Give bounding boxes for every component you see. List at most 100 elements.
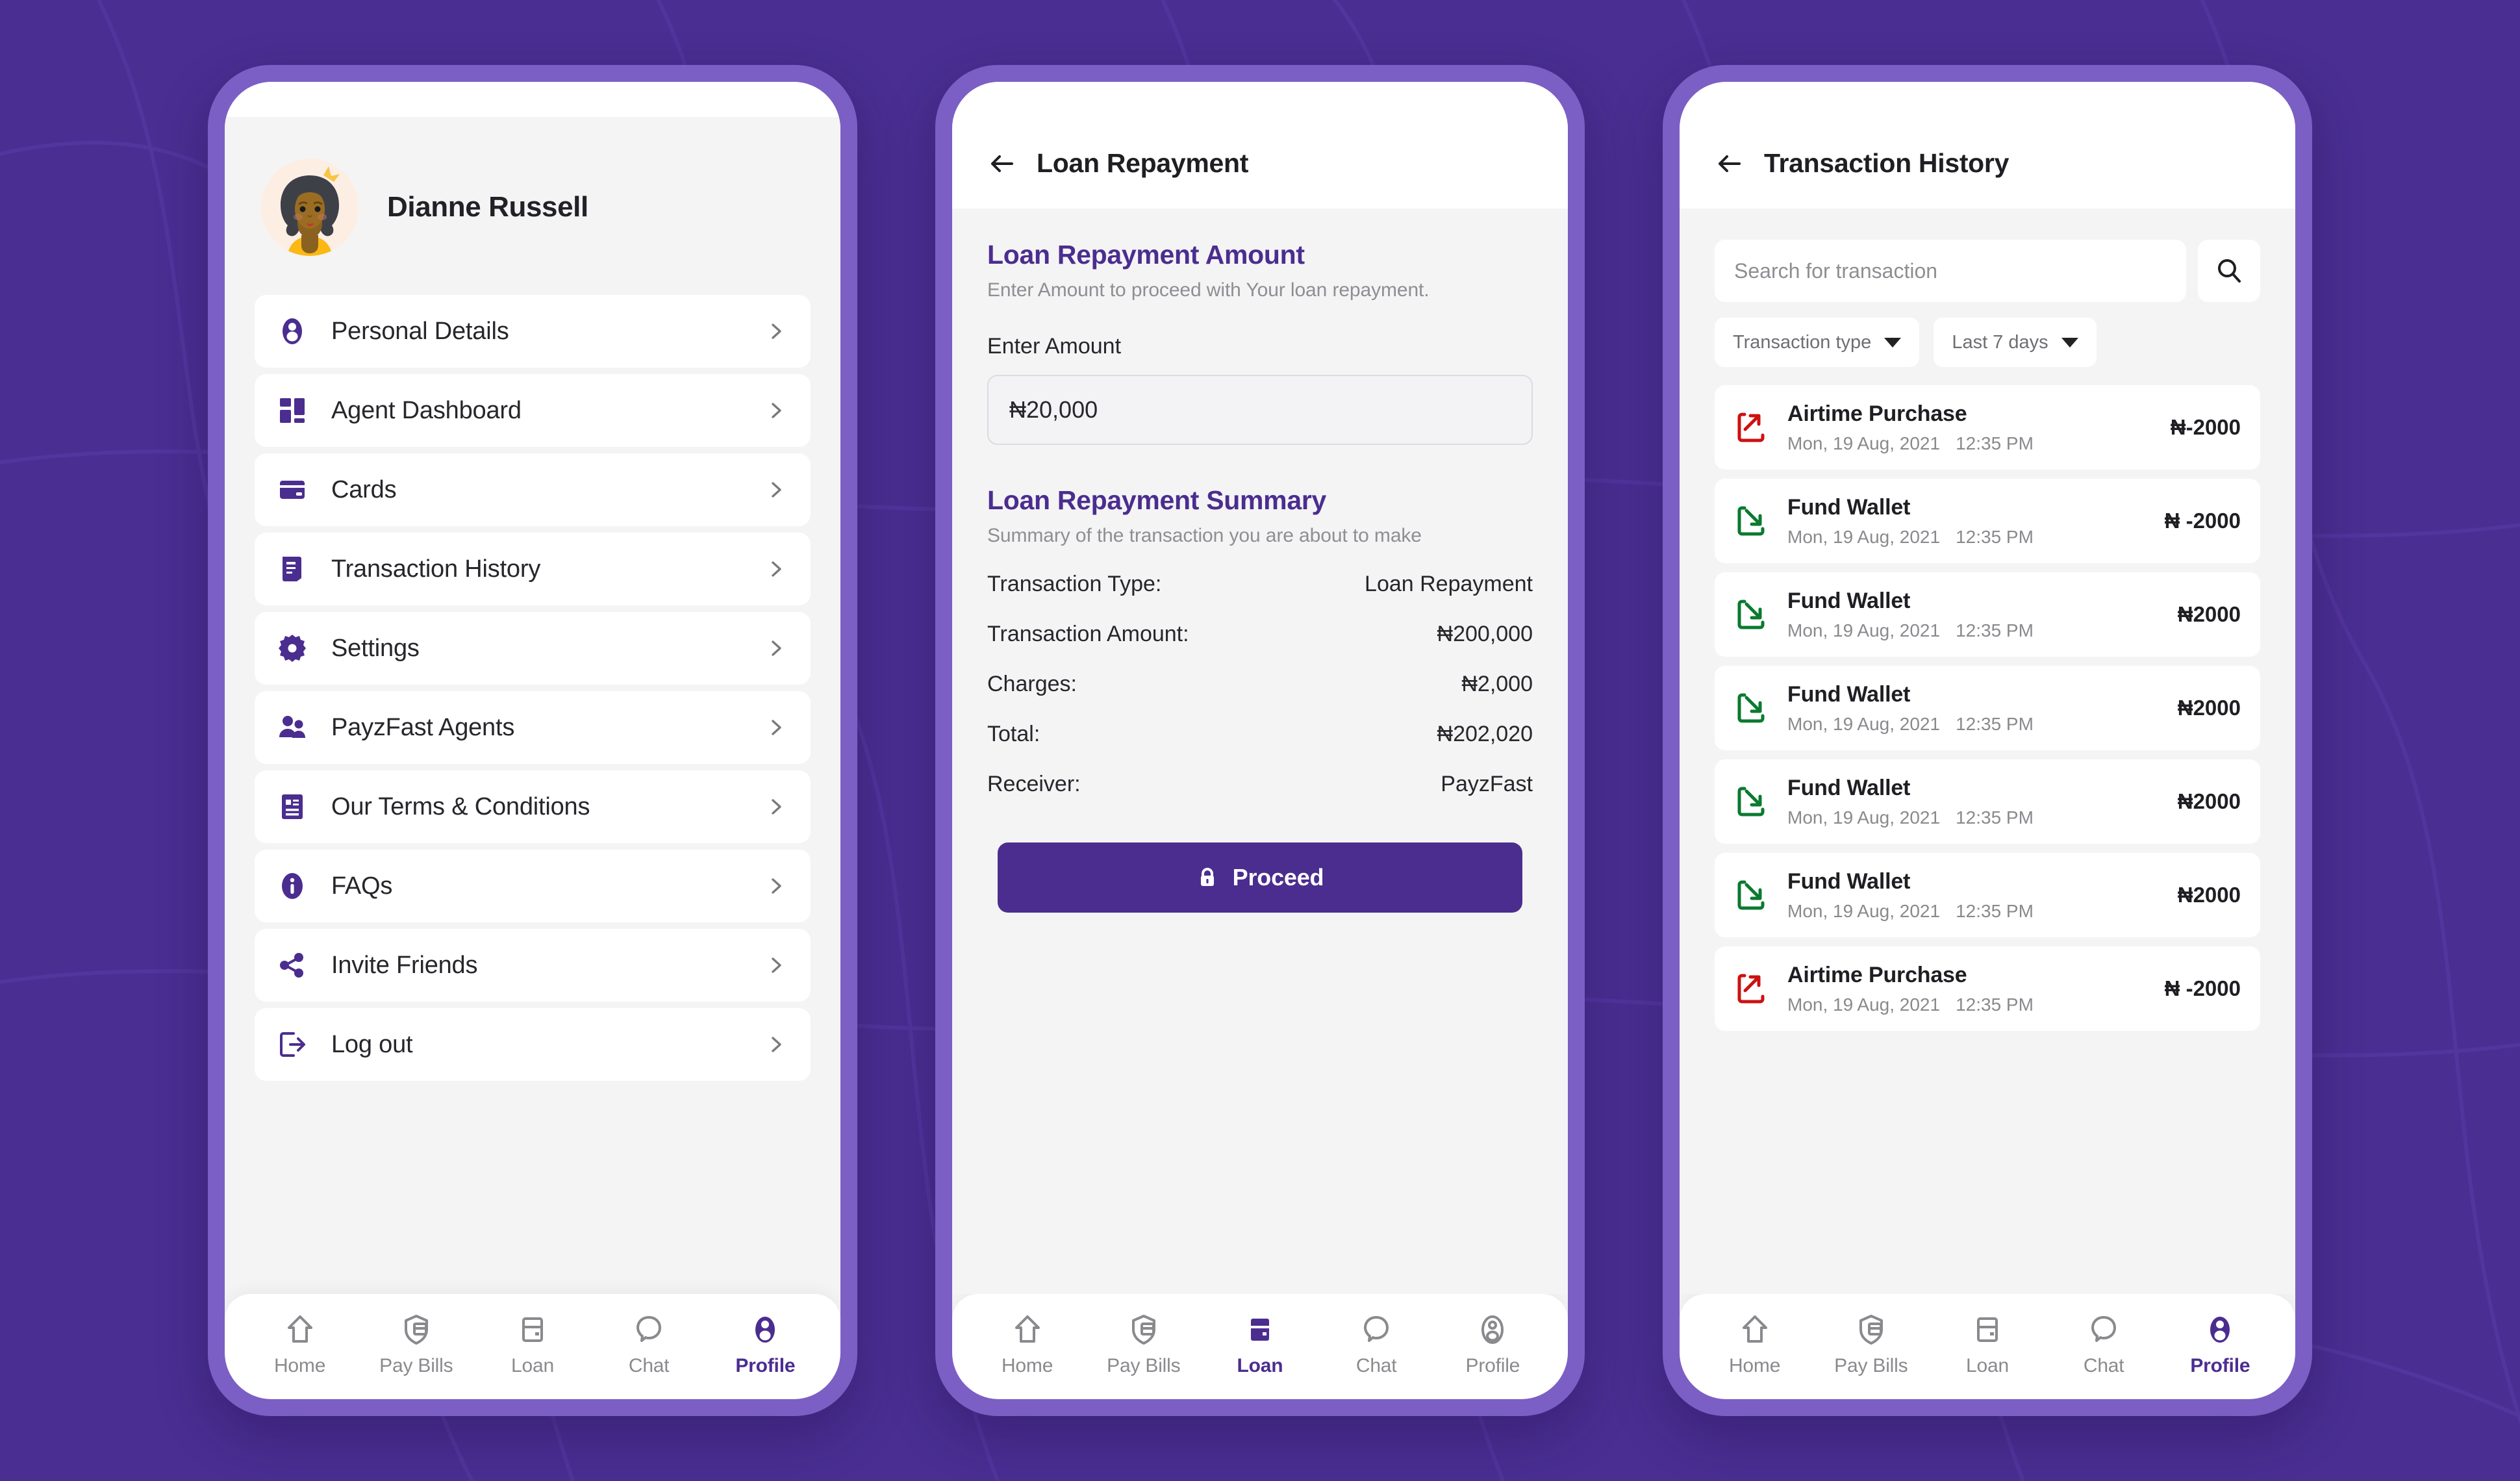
page-title: Loan Repayment [1037,148,1249,178]
menu-item-invite-friends[interactable]: Invite Friends [255,929,811,1002]
transaction-meta: Mon, 19 Aug, 2021 12:35 PM [1787,807,2161,828]
table-row[interactable]: Fund Wallet Mon, 19 Aug, 2021 12:35 PM ₦… [1715,479,2260,563]
menu-item-cards[interactable]: Cards [255,453,811,526]
transaction-date: Mon, 19 Aug, 2021 [1787,526,1941,547]
nav-item-label: Pay Bills [379,1355,453,1376]
profile-name: Dianne Russell [387,191,588,223]
table-row[interactable]: Airtime Purchase Mon, 19 Aug, 2021 12:35… [1715,385,2260,470]
summary-value: Loan Repayment [1365,572,1533,596]
chat-bubble-icon [2087,1311,2120,1346]
transaction-details: Fund Wallet Mon, 19 Aug, 2021 12:35 PM [1787,682,2161,735]
nav-item-chat[interactable]: Chat [1328,1311,1425,1377]
menu-item-personal-details[interactable]: Personal Details [255,295,811,368]
nav-item-label: Profile [735,1355,796,1376]
search-input[interactable] [1715,240,2186,302]
menu-item-faqs[interactable]: FAQs [255,850,811,922]
transaction-meta: Mon, 19 Aug, 2021 12:35 PM [1787,527,2148,548]
chevron-right-icon [766,718,786,737]
amount-section-subtitle: Enter Amount to proceed with Your loan r… [987,279,1430,301]
menu-item-transaction-history[interactable]: Transaction History [255,533,811,605]
arrow-in-icon [1734,690,1770,726]
transaction-amount: ₦2000 [2177,883,2241,907]
menu-item-label: Settings [331,634,420,662]
transaction-meta: Mon, 19 Aug, 2021 12:35 PM [1787,994,2148,1015]
chevron-right-icon [766,797,786,816]
nav-item-label: Loan [510,1355,554,1376]
menu-item-payzfast-agents[interactable]: PayzFast Agents [255,691,811,764]
nav-item-pay-bills[interactable]: Pay Bills [1095,1311,1192,1377]
table-row[interactable]: Airtime Purchase Mon, 19 Aug, 2021 12:35… [1715,946,2260,1031]
menu-item-label: FAQs [331,872,393,900]
menu-item-settings[interactable]: Settings [255,612,811,685]
transaction-time: 12:35 PM [1956,807,2034,828]
back-arrow-icon[interactable] [987,149,1017,179]
transaction-meta: Mon, 19 Aug, 2021 12:35 PM [1787,901,2161,922]
summary-value: ₦2,000 [1461,672,1533,696]
app-bar-loan-repayment: Loan Repayment [952,117,1568,209]
transaction-meta: Mon, 19 Aug, 2021 12:35 PM [1787,433,2154,454]
chevron-right-icon [766,639,786,658]
nav-item-chat[interactable]: Chat [2055,1311,2152,1377]
transaction-meta: Mon, 19 Aug, 2021 12:35 PM [1787,620,2161,641]
arrow-out-icon [1734,409,1770,446]
nav-item-loan[interactable]: Loan [1211,1311,1309,1377]
transaction-details: Airtime Purchase Mon, 19 Aug, 2021 12:35… [1787,963,2148,1015]
nav-item-home[interactable]: Home [1706,1311,1804,1377]
table-row[interactable]: Fund Wallet Mon, 19 Aug, 2021 12:35 PM ₦… [1715,666,2260,750]
nav-item-home[interactable]: Home [979,1311,1076,1377]
nav-item-loan[interactable]: Loan [1939,1311,2036,1377]
loan-card-icon [516,1311,549,1346]
transaction-amount: ₦2000 [2177,789,2241,813]
nav-item-label: Chat [2083,1355,2124,1376]
transaction-details: Fund Wallet Mon, 19 Aug, 2021 12:35 PM [1787,776,2161,828]
nav-item-loan[interactable]: Loan [484,1311,581,1377]
chevron-right-icon [766,956,786,975]
nav-item-label: Profile [2190,1355,2250,1376]
status-bar [1680,82,2295,117]
summary-row: Charges: ₦2,000 [987,672,1533,697]
profile-person-icon [2204,1311,2236,1346]
screen-loan-repayment: Loan Repayment Loan Repayment Amount Ent… [952,82,1568,1399]
table-row[interactable]: Fund Wallet Mon, 19 Aug, 2021 12:35 PM ₦… [1715,853,2260,937]
transaction-time: 12:35 PM [1956,526,2034,547]
nav-item-profile[interactable]: Profile [1444,1311,1541,1377]
filter-date-range[interactable]: Last 7 days [1934,318,2097,367]
transaction-amount: ₦ -2000 [2164,509,2241,533]
nav-item-pay-bills[interactable]: Pay Bills [1822,1311,1920,1377]
phone-profile: Dianne Russell Personal Details Agent Da… [208,65,857,1416]
filter-row: Transaction type Last 7 days [1680,302,2295,367]
summary-key: Transaction Amount: [987,622,1189,646]
filter-transaction-type[interactable]: Transaction type [1715,318,1920,367]
nav-item-chat[interactable]: Chat [600,1311,698,1377]
menu-item-label: Log out [331,1030,413,1058]
summary-row: Transaction Type: Loan Repayment [987,572,1533,597]
summary-title: Loan Repayment Summary [987,485,1326,515]
summary-row: Total: ₦202,020 [987,722,1533,747]
nav-item-home[interactable]: Home [251,1311,349,1377]
nav-item-label: Home [1001,1355,1053,1376]
back-arrow-icon[interactable] [1715,149,1745,179]
credit-card-icon [275,473,309,507]
transaction-title: Fund Wallet [1787,494,1911,520]
home-icon [1011,1311,1044,1346]
loan-card-icon [1971,1311,2004,1346]
proceed-button[interactable]: Proceed [998,842,1522,913]
nav-item-pay-bills[interactable]: Pay Bills [368,1311,465,1377]
menu-item-agent-dashboard[interactable]: Agent Dashboard [255,374,811,447]
transaction-list: Airtime Purchase Mon, 19 Aug, 2021 12:35… [1680,367,2295,1031]
amount-section-title: Loan Repayment Amount [987,240,1305,270]
bottom-navigation: Home Pay Bills Loan Chat Profile [225,1294,840,1399]
nav-item-profile[interactable]: Profile [2171,1311,2269,1377]
nav-item-label: Loan [1965,1355,2009,1376]
amount-input[interactable]: ₦20,000 [987,375,1533,445]
search-button[interactable] [2198,240,2260,302]
table-row[interactable]: Fund Wallet Mon, 19 Aug, 2021 12:35 PM ₦… [1715,759,2260,844]
table-row[interactable]: Fund Wallet Mon, 19 Aug, 2021 12:35 PM ₦… [1715,572,2260,657]
nav-item-profile[interactable]: Profile [716,1311,814,1377]
chevron-right-icon [766,1035,786,1054]
menu-item-terms-conditions[interactable]: Our Terms & Conditions [255,770,811,843]
transaction-details: Fund Wallet Mon, 19 Aug, 2021 12:35 PM [1787,589,2161,641]
arrow-in-icon [1734,503,1770,539]
nav-item-label: Home [1728,1355,1781,1376]
menu-item-log-out[interactable]: Log out [255,1008,811,1081]
